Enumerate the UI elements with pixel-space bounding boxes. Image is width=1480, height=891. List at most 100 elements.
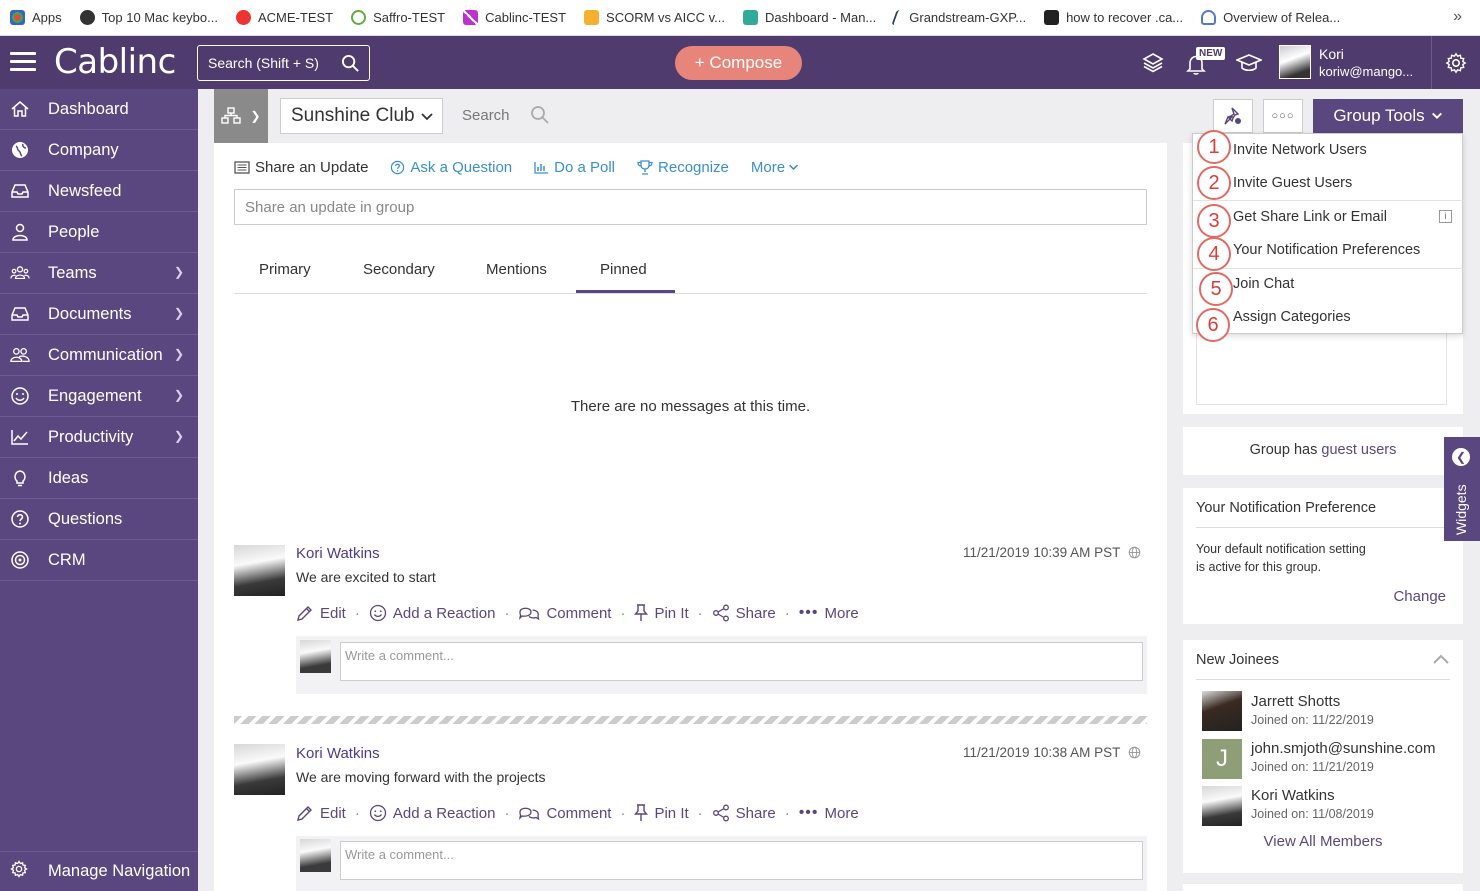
tab-mentions[interactable]: Mentions <box>486 261 547 278</box>
sidebar-item-newsfeed[interactable]: Newsfeed <box>0 171 198 212</box>
bookmark-item[interactable]: Saffro-TEST <box>351 10 445 25</box>
guest-users-link[interactable]: guest users <box>1321 442 1396 458</box>
share-button[interactable]: Share <box>712 604 776 622</box>
bookmark-item[interactable]: Grandstream-GXP... <box>891 10 1026 25</box>
post-author-name[interactable]: Kori Watkins <box>296 545 380 562</box>
menu-item-join-chat[interactable]: Join Chat <box>1233 276 1294 292</box>
group-search-input[interactable]: Search <box>462 107 510 124</box>
joinee-name[interactable]: john.smjoth@sunshine.com <box>1251 740 1435 757</box>
menu-item-assign-categories[interactable]: Assign Categories <box>1233 309 1351 325</box>
joinee-name[interactable]: Jarrett Shotts <box>1251 693 1340 710</box>
menu-item-invite-guest-users[interactable]: Invite Guest Users <box>1233 175 1352 191</box>
pin-button[interactable] <box>1213 99 1253 133</box>
group-selector[interactable]: Sunshine Club <box>280 98 443 134</box>
callout-marker: 4 <box>1197 237 1231 271</box>
share-button[interactable]: Share <box>712 804 776 822</box>
person-icon <box>10 222 30 242</box>
bookmark-item[interactable]: SCORM vs AICC v... <box>584 10 725 25</box>
menu-item-invite-network-users[interactable]: Invite Network Users <box>1233 142 1367 158</box>
comment-button[interactable]: Comment <box>518 804 611 822</box>
app-logo[interactable]: Cablinc <box>54 42 176 82</box>
sidebar-item-questions[interactable]: Questions <box>0 499 198 540</box>
menu-item-notification-preferences[interactable]: Your Notification Preferences <box>1233 242 1420 258</box>
comment-input[interactable]: Write a comment... <box>340 642 1143 681</box>
bookmark-favicon-icon <box>742 10 758 25</box>
recognize-tab[interactable]: Recognize <box>637 159 729 176</box>
post-body: We are excited to start <box>296 569 436 585</box>
user-name[interactable]: Kori <box>1319 46 1344 62</box>
view-all-members-link[interactable]: View All Members <box>1183 833 1463 850</box>
manage-navigation-button[interactable]: Manage Navigation <box>0 851 198 891</box>
group-hierarchy-button[interactable]: ❯ <box>214 89 268 143</box>
sidebar-item-engagement[interactable]: Engagement ❯ <box>0 376 198 417</box>
sidebar-item-people[interactable]: People <box>0 212 198 253</box>
share-update-tab[interactable]: Share an Update <box>234 159 368 176</box>
sidebar-item-documents[interactable]: Documents ❯ <box>0 294 198 335</box>
chevron-up-icon[interactable] <box>1432 652 1450 666</box>
compose-button[interactable]: + Compose <box>675 46 802 80</box>
tab-primary[interactable]: Primary <box>259 261 311 278</box>
sidebar-item-dashboard[interactable]: Dashboard <box>0 89 198 130</box>
newspaper-icon <box>234 161 250 174</box>
graduation-cap-icon[interactable] <box>1236 53 1262 73</box>
more-composer-options[interactable]: More <box>751 159 804 176</box>
do-poll-tab[interactable]: Do a Poll <box>534 159 615 176</box>
menu-item-share-link[interactable]: Get Share Link or Email <box>1233 209 1387 225</box>
ask-question-tab[interactable]: Ask a Question <box>390 159 512 176</box>
comment-button[interactable]: Comment <box>518 604 611 622</box>
post-author-avatar[interactable] <box>234 744 285 795</box>
add-reaction-button[interactable]: Add a Reaction <box>369 604 495 622</box>
bookmark-item[interactable]: ACME-TEST <box>235 10 333 25</box>
bookmark-item[interactable]: Top 10 Mac keybo... <box>79 10 218 25</box>
edit-post-button[interactable]: Edit <box>296 604 346 622</box>
layers-icon[interactable] <box>1142 51 1164 73</box>
tab-pinned[interactable]: Pinned <box>600 261 647 278</box>
bookmarks-overflow-icon[interactable]: » <box>1453 8 1462 26</box>
tab-secondary[interactable]: Secondary <box>363 261 435 278</box>
bookmark-item[interactable]: Cablinc-TEST <box>463 10 566 25</box>
user-avatar[interactable] <box>1279 45 1311 79</box>
more-options-button[interactable]: ○○○ <box>1263 99 1303 133</box>
post-author-name[interactable]: Kori Watkins <box>296 745 380 762</box>
sidebar-item-communication[interactable]: Communication ❯ <box>0 335 198 376</box>
group-tools-button[interactable]: Group Tools <box>1313 99 1463 133</box>
bookmark-apps[interactable]: Apps <box>10 10 62 25</box>
bookmark-item[interactable]: how to recover .ca... <box>1044 10 1183 25</box>
post-more-button[interactable]: ••• More <box>799 804 859 822</box>
sidebar-item-crm[interactable]: CRM <box>0 540 198 581</box>
sidebar-item-teams[interactable]: Teams ❯ <box>0 253 198 294</box>
bookmark-item[interactable]: Overview of Relea... <box>1201 10 1340 25</box>
callout-marker: 1 <box>1197 130 1231 164</box>
post-more-button[interactable]: ••• More <box>799 604 859 622</box>
sidebar-item-company[interactable]: Company <box>0 130 198 171</box>
share-update-input[interactable]: Share an update in group <box>234 189 1147 225</box>
pin-it-button[interactable]: Pin It <box>634 804 689 822</box>
global-search-input[interactable]: Search (Shift + S) <box>197 45 370 81</box>
change-notification-link[interactable]: Change <box>1393 588 1446 605</box>
pin-icon <box>1224 107 1241 125</box>
info-icon[interactable]: i <box>1439 210 1452 223</box>
chevron-right-icon: ❯ <box>173 429 184 443</box>
comment-input[interactable]: Write a comment... <box>340 841 1143 880</box>
user-email[interactable]: koriw@mango... <box>1319 64 1419 79</box>
chevron-right-icon: ❯ <box>173 347 184 361</box>
pin-it-button[interactable]: Pin It <box>634 604 689 622</box>
search-icon[interactable] <box>530 105 550 125</box>
hamburger-menu-icon[interactable] <box>10 52 36 72</box>
joinee-avatar[interactable]: J <box>1202 739 1242 779</box>
new-joinees-title: New Joinees <box>1196 652 1280 668</box>
sidebar-item-ideas[interactable]: Ideas <box>0 458 198 499</box>
bookmark-favicon-icon <box>1044 10 1060 25</box>
edit-post-button[interactable]: Edit <box>296 804 346 822</box>
post-author-avatar[interactable] <box>234 545 285 596</box>
settings-button[interactable] <box>1431 36 1480 89</box>
joinee-name[interactable]: Kori Watkins <box>1251 787 1335 804</box>
sidebar-item-productivity[interactable]: Productivity ❯ <box>0 417 198 458</box>
share-icon <box>712 604 729 622</box>
guest-users-text: Group has guest users <box>1249 442 1397 458</box>
joinee-avatar[interactable] <box>1202 691 1242 731</box>
add-reaction-button[interactable]: Add a Reaction <box>369 804 495 822</box>
bookmark-item[interactable]: Dashboard - Man... <box>742 10 876 25</box>
joinee-avatar[interactable] <box>1202 786 1242 826</box>
widgets-toggle[interactable]: ❮ Widgets <box>1444 437 1480 541</box>
